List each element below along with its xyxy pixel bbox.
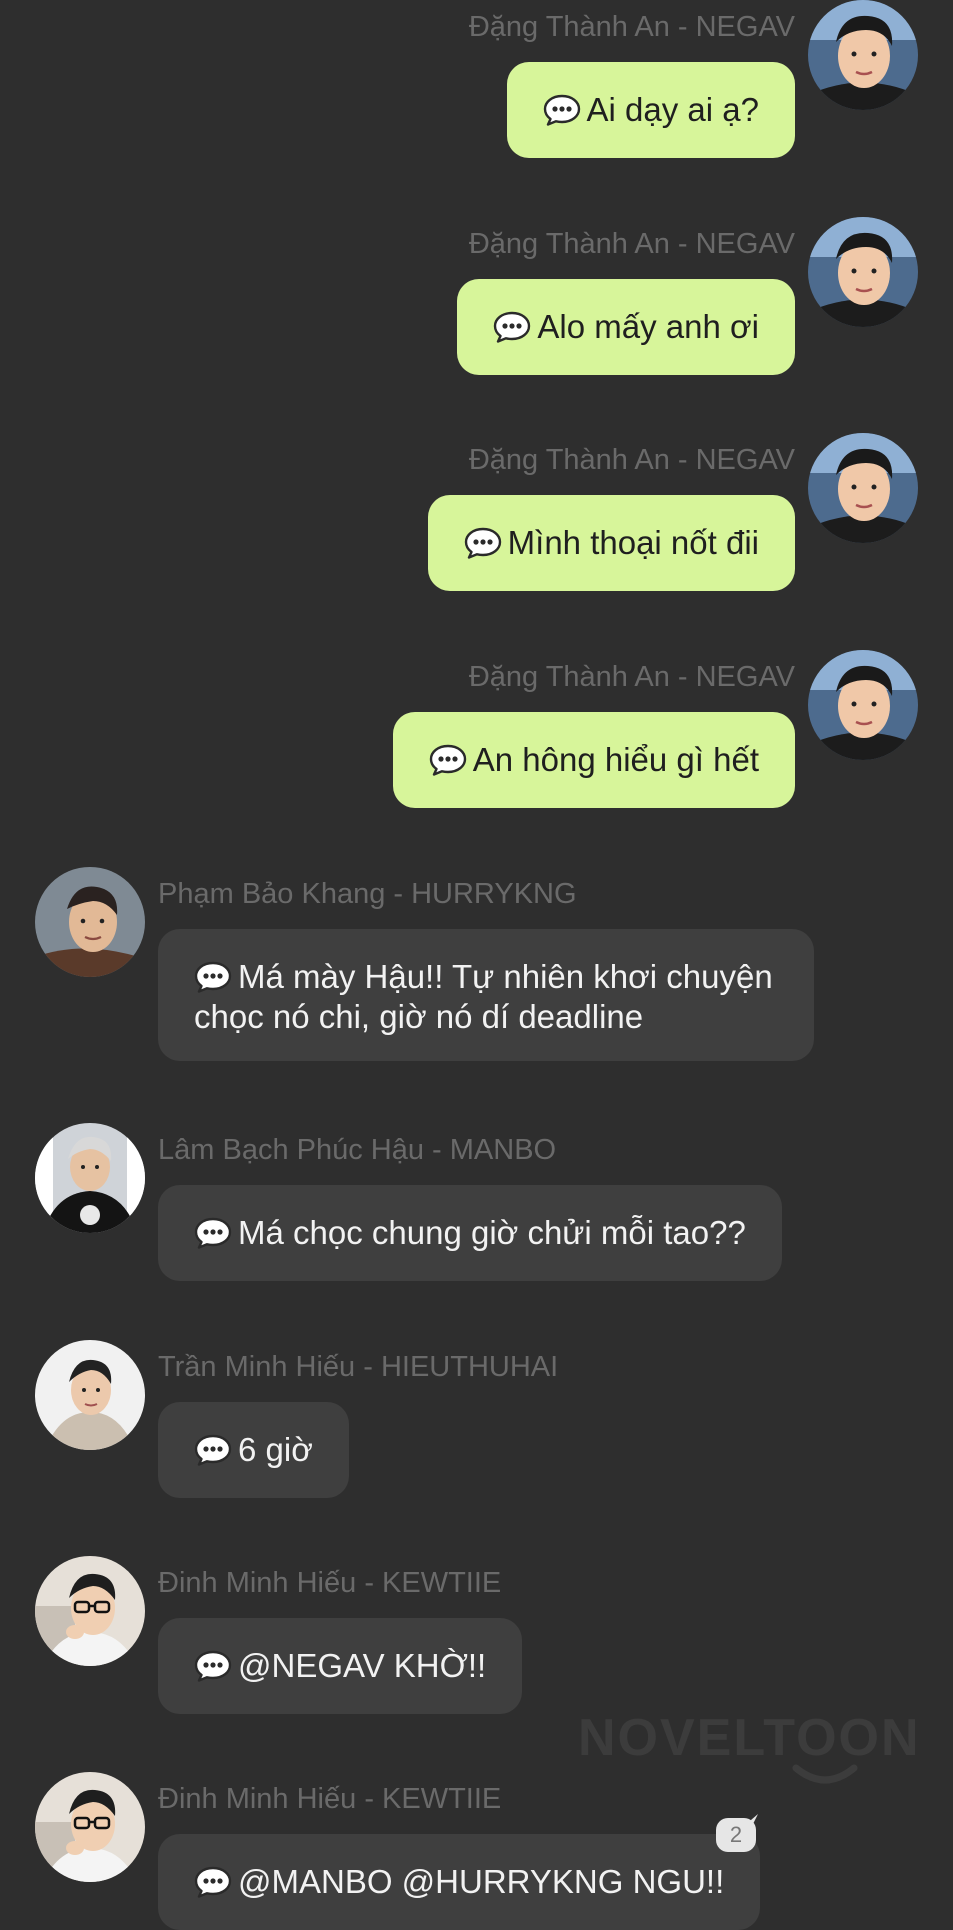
sender-name: Đinh Minh Hiếu - KEWTIIE bbox=[158, 1567, 502, 1599]
sender-name: Đinh Minh Hiếu - KEWTIIE bbox=[158, 1783, 502, 1815]
avatar-image bbox=[808, 0, 918, 110]
avatar-image bbox=[808, 433, 918, 543]
avatar[interactable] bbox=[808, 217, 918, 327]
speech-bubble-icon bbox=[194, 1434, 232, 1466]
message-text: Alo mấy anh ơi bbox=[537, 308, 759, 345]
message-bubble[interactable]: @NEGAV KHỜ!! bbox=[158, 1618, 523, 1714]
message-bubble[interactable]: An hông hiểu gì hết bbox=[392, 712, 795, 808]
avatar-image bbox=[35, 1340, 145, 1450]
speech-bubble-icon bbox=[493, 311, 531, 343]
message-text: 6 giờ bbox=[238, 1431, 313, 1468]
avatar[interactable] bbox=[808, 650, 918, 760]
message-bubble[interactable]: Má chọc chung giờ chửi mỗi tao?? bbox=[158, 1185, 782, 1281]
watermark-smile-icon bbox=[792, 1764, 858, 1784]
avatar[interactable] bbox=[35, 867, 145, 977]
message-bubble[interactable]: Ai dạy ai ạ? bbox=[506, 62, 795, 158]
comment-count-badge[interactable]: 2 bbox=[716, 1818, 756, 1852]
speech-bubble-icon bbox=[194, 961, 232, 993]
message-text: Ai dạy ai ạ? bbox=[586, 91, 759, 128]
speech-bubble-icon bbox=[194, 1217, 232, 1249]
speech-bubble-icon bbox=[543, 94, 581, 126]
message-text: Má mày Hậu!! Tự nhiên khơi chuyện bbox=[238, 958, 773, 995]
speech-bubble-icon bbox=[194, 1866, 232, 1898]
message-bubble[interactable]: Má mày Hậu!! Tự nhiên khơi chuyện chọc n… bbox=[158, 929, 814, 1061]
message-bubble[interactable]: Alo mấy anh ơi bbox=[457, 279, 795, 375]
speech-bubble-icon bbox=[429, 744, 467, 776]
avatar-image bbox=[35, 867, 145, 977]
message-text: @NEGAV KHỜ!! bbox=[238, 1647, 487, 1684]
avatar[interactable] bbox=[808, 433, 918, 543]
message-bubble[interactable]: 6 giờ bbox=[158, 1402, 349, 1498]
message-text: An hông hiểu gì hết bbox=[472, 741, 759, 778]
sender-name: Đặng Thành An - NEGAV bbox=[468, 661, 795, 693]
avatar[interactable] bbox=[35, 1340, 145, 1450]
avatar-image bbox=[808, 217, 918, 327]
avatar-image bbox=[35, 1123, 145, 1233]
message-text: Mình thoại nốt đii bbox=[507, 524, 759, 561]
avatar-image bbox=[35, 1772, 145, 1882]
message-bubble[interactable]: Mình thoại nốt đii bbox=[427, 495, 795, 591]
avatar[interactable] bbox=[35, 1772, 145, 1882]
sender-name: Đặng Thành An - NEGAV bbox=[468, 11, 795, 43]
avatar-image bbox=[35, 1556, 145, 1666]
sender-name: Trần Minh Hiếu - HIEUTHUHAI bbox=[158, 1351, 559, 1383]
avatar[interactable] bbox=[35, 1123, 145, 1233]
speech-bubble-icon bbox=[194, 1650, 232, 1682]
message-text: @MANBO @HURRYKNG NGU!! bbox=[238, 1863, 725, 1900]
sender-name: Phạm Bảo Khang - HURRYKNG bbox=[158, 878, 577, 910]
avatar[interactable] bbox=[808, 0, 918, 110]
sender-name: Đặng Thành An - NEGAV bbox=[468, 228, 795, 260]
avatar-image bbox=[808, 650, 918, 760]
sender-name: Lâm Bạch Phúc Hậu - MANBO bbox=[158, 1134, 557, 1166]
speech-bubble-icon bbox=[464, 527, 502, 559]
message-text: Má chọc chung giờ chửi mỗi tao?? bbox=[238, 1214, 746, 1251]
avatar[interactable] bbox=[35, 1556, 145, 1666]
message-bubble[interactable]: @MANBO @HURRYKNG NGU!! bbox=[158, 1834, 761, 1930]
message-text-line2: chọc nó chi, giờ nó dí deadline bbox=[194, 998, 644, 1035]
sender-name: Đặng Thành An - NEGAV bbox=[468, 444, 795, 476]
watermark: NOVELTOON bbox=[578, 1709, 921, 1767]
